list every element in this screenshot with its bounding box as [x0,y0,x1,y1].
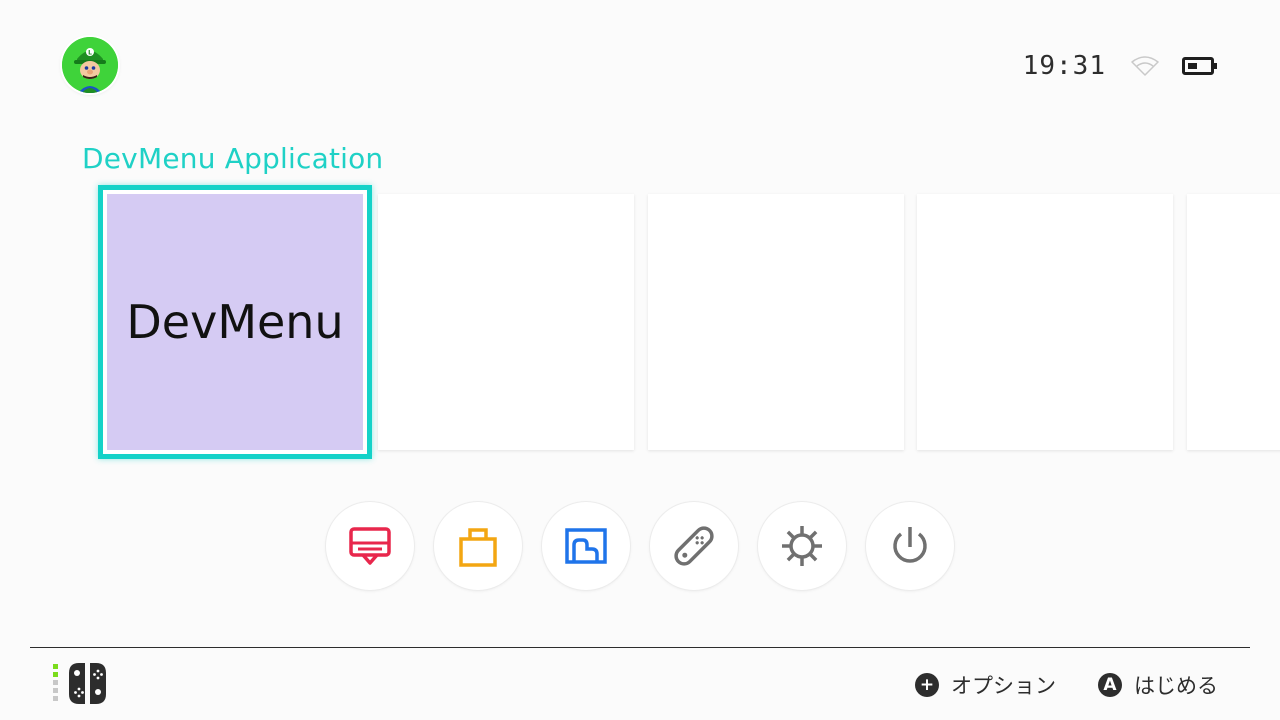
eshop-button[interactable] [434,502,522,590]
controllers-button[interactable] [650,502,738,590]
controller-icon [674,526,714,566]
gear-icon [782,526,822,566]
status-bar: 19:31 [1023,48,1218,84]
options-label: オプション [951,674,1056,698]
empty-tile[interactable] [1187,194,1280,450]
start-label: はじめる [1134,674,1218,698]
svg-text:L: L [88,50,92,57]
options-action[interactable]: + オプション [915,670,1056,700]
empty-tile[interactable] [648,194,904,450]
home-screen: L 19:31 DevMenu Application DevMenu + オプ… [0,0,1280,720]
start-action[interactable]: A はじめる [1098,670,1218,700]
plus-button-icon: + [915,673,939,697]
system-settings-button[interactable] [758,502,846,590]
battery-icon [1182,57,1217,75]
a-button-icon: A [1098,673,1122,697]
power-icon [893,527,927,563]
news-button[interactable] [326,502,414,590]
clock: 19:31 [1022,51,1106,81]
shopping-bag-icon [459,528,497,567]
sleep-mode-button[interactable] [866,502,954,590]
user-avatar[interactable]: L [62,37,118,93]
wifi-icon [1131,56,1159,76]
joycon-controllers-icon[interactable] [50,662,114,704]
empty-tile[interactable] [917,194,1173,450]
empty-tile[interactable] [378,194,634,450]
avatar-luigi-icon: L [62,37,118,93]
album-icon [565,528,607,564]
album-button[interactable] [542,502,630,590]
footer-divider [30,647,1250,648]
tile-devmenu[interactable]: DevMenu [98,185,372,459]
footer-actions: + オプション A はじめる [873,670,1218,700]
news-icon [349,527,391,565]
tile-devmenu-label: DevMenu [107,194,363,450]
selected-application-title: DevMenu Application [82,142,384,175]
